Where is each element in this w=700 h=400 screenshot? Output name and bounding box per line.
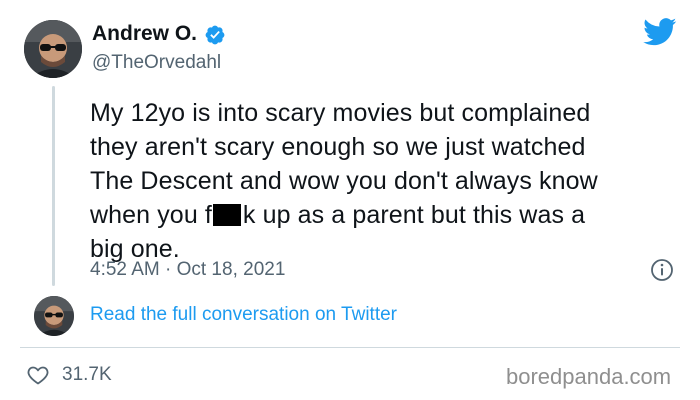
tweet-line-segment: k up as a parent but this was a xyxy=(242,201,586,229)
author-avatar-small[interactable] xyxy=(34,296,74,336)
tweet-line: they aren't scary enough so we just watc… xyxy=(90,133,586,161)
avatar-photo xyxy=(34,296,74,336)
twitter-bird-icon[interactable] xyxy=(643,18,677,46)
divider xyxy=(20,347,680,348)
tweet-line: My 12yo is into scary movies but complai… xyxy=(90,99,591,127)
author-avatar[interactable] xyxy=(24,20,82,78)
read-conversation-link[interactable]: Read the full conversation on Twitter xyxy=(90,304,397,326)
tweet-line-segment: when you f xyxy=(90,201,212,229)
author-handle[interactable]: @TheOrvedahl xyxy=(92,52,221,74)
tweet-line: The Descent and wow you don't always kno… xyxy=(90,167,598,195)
like-count: 31.7K xyxy=(62,364,112,385)
tweet-text: My 12yo is into scary movies but complai… xyxy=(90,96,690,266)
avatar-photo xyxy=(24,20,82,78)
thread-line xyxy=(52,86,55,286)
verified-badge-icon xyxy=(205,25,225,45)
heart-icon[interactable] xyxy=(26,363,50,387)
tweet-line: when you f k up as a parent but this was … xyxy=(90,198,690,232)
tweet-timestamp[interactable]: 4:52 AM · Oct 18, 2021 xyxy=(90,259,285,281)
censor-block xyxy=(212,204,241,226)
info-icon[interactable] xyxy=(650,258,674,282)
author-name[interactable]: Andrew O. xyxy=(92,22,197,46)
watermark: boredpanda.com xyxy=(506,364,672,389)
